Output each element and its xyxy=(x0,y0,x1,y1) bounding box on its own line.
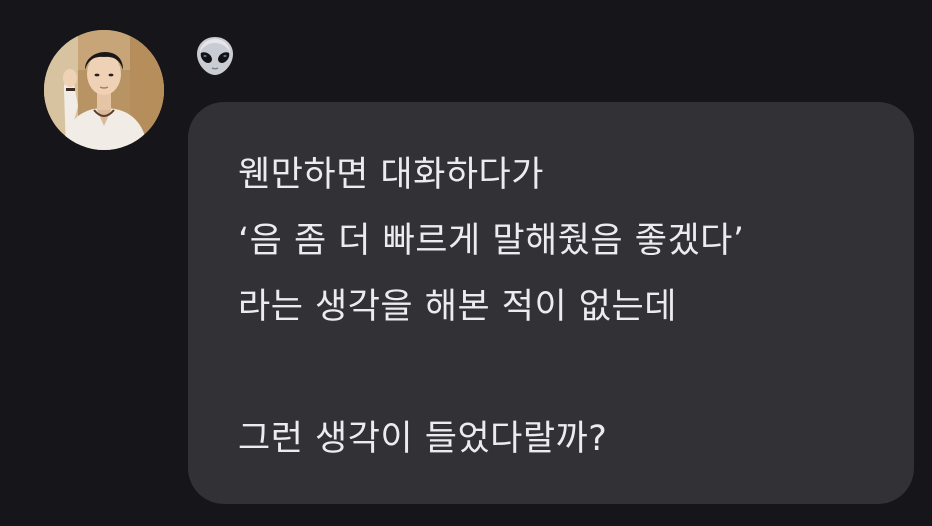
sender-name[interactable] xyxy=(192,30,252,82)
sender-avatar[interactable] xyxy=(44,30,164,150)
message-line: 라는 생각을 해본 적이 없는데 xyxy=(238,287,677,327)
message-line: 그런 생각이 들었다랄까? xyxy=(238,419,608,459)
message-line: ‘음 좀 더 빠르게 말해줬음 좋겠다’ xyxy=(238,221,745,261)
message-bubble[interactable]: 웬만하면 대화하다가 ‘음 좀 더 빠르게 말해줬음 좋겠다’ 라는 생각을 해… xyxy=(188,102,914,504)
avatar-photo xyxy=(44,30,164,150)
message-line: 웬만하면 대화하다가 xyxy=(238,155,544,195)
alien-face-icon xyxy=(197,37,233,75)
